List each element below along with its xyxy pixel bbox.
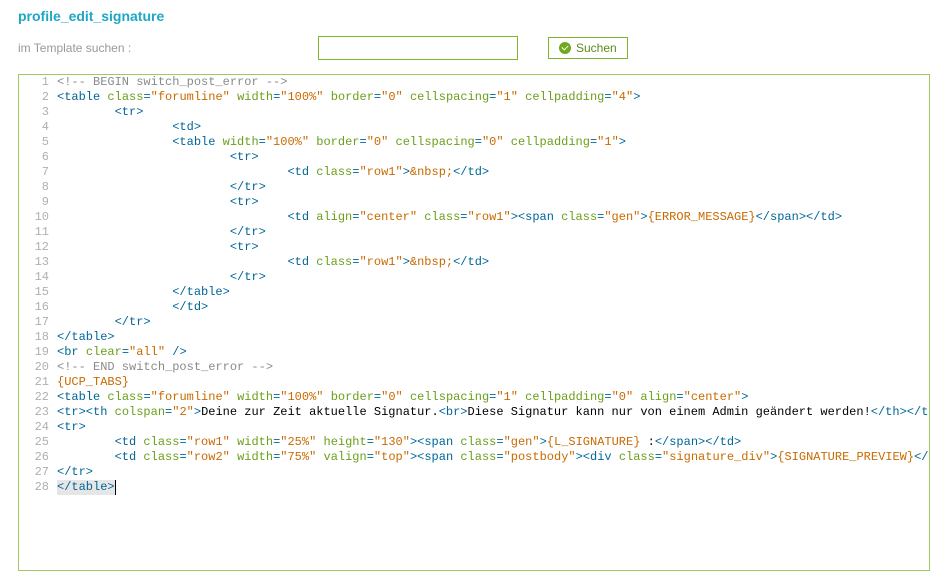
search-button[interactable]: Suchen: [548, 37, 628, 59]
code-content[interactable]: {UCP_TABS}: [57, 375, 129, 390]
code-content[interactable]: </td>: [57, 300, 208, 315]
code-content[interactable]: <td>: [57, 120, 201, 135]
line-number: 8: [19, 180, 57, 195]
code-line[interactable]: 8 </tr>: [19, 180, 929, 195]
line-number: 13: [19, 255, 57, 270]
code-content[interactable]: <table width="100%" border="0" cellspaci…: [57, 135, 626, 150]
code-line[interactable]: 20<!-- END switch_post_error -->: [19, 360, 929, 375]
code-line[interactable]: 5 <table width="100%" border="0" cellspa…: [19, 135, 929, 150]
line-number: 17: [19, 315, 57, 330]
code-content[interactable]: <td align="center" class="row1"><span cl…: [57, 210, 842, 225]
line-number: 25: [19, 435, 57, 450]
code-line[interactable]: 13 <td class="row1">&nbsp;</td>: [19, 255, 929, 270]
line-number: 9: [19, 195, 57, 210]
code-line[interactable]: 26 <td class="row2" width="75%" valign="…: [19, 450, 929, 465]
code-line[interactable]: 27</tr>: [19, 465, 929, 480]
code-content[interactable]: </tr>: [57, 315, 151, 330]
search-label: im Template suchen :: [18, 41, 258, 55]
line-number: 14: [19, 270, 57, 285]
code-line[interactable]: 22<table class="forumline" width="100%" …: [19, 390, 929, 405]
line-number: 2: [19, 90, 57, 105]
code-content[interactable]: <td class="row1">&nbsp;</td>: [57, 255, 489, 270]
code-line[interactable]: 21{UCP_TABS}: [19, 375, 929, 390]
line-number: 12: [19, 240, 57, 255]
line-number: 20: [19, 360, 57, 375]
code-content[interactable]: </tr>: [57, 465, 93, 480]
code-line[interactable]: 1<!-- BEGIN switch_post_error -->: [19, 75, 929, 90]
code-line[interactable]: 19<br clear="all" />: [19, 345, 929, 360]
line-number: 11: [19, 225, 57, 240]
code-content[interactable]: <tr>: [57, 420, 86, 435]
line-number: 4: [19, 120, 57, 135]
code-line[interactable]: 11 </tr>: [19, 225, 929, 240]
code-content[interactable]: <tr>: [57, 240, 259, 255]
code-line[interactable]: 7 <td class="row1">&nbsp;</td>: [19, 165, 929, 180]
code-line[interactable]: 12 <tr>: [19, 240, 929, 255]
code-line[interactable]: 10 <td align="center" class="row1"><span…: [19, 210, 929, 225]
line-number: 18: [19, 330, 57, 345]
code-line[interactable]: 25 <td class="row1" width="25%" height="…: [19, 435, 929, 450]
code-line[interactable]: 17 </tr>: [19, 315, 929, 330]
line-number: 26: [19, 450, 57, 465]
code-content[interactable]: <tr><th colspan="2">Deine zur Zeit aktue…: [57, 405, 929, 420]
check-icon: [559, 42, 571, 54]
code-line[interactable]: 2<table class="forumline" width="100%" b…: [19, 90, 929, 105]
line-number: 15: [19, 285, 57, 300]
code-line[interactable]: 6 <tr>: [19, 150, 929, 165]
code-line[interactable]: 4 <td>: [19, 120, 929, 135]
code-content[interactable]: <td class="row1" width="25%" height="130…: [57, 435, 741, 450]
code-line[interactable]: 23<tr><th colspan="2">Deine zur Zeit akt…: [19, 405, 929, 420]
code-content[interactable]: </tr>: [57, 270, 266, 285]
code-content[interactable]: </table>: [57, 330, 115, 345]
code-line[interactable]: 9 <tr>: [19, 195, 929, 210]
code-line[interactable]: 18</table>: [19, 330, 929, 345]
line-number: 23: [19, 405, 57, 420]
code-content[interactable]: <td class="row1">&nbsp;</td>: [57, 165, 489, 180]
code-line[interactable]: 14 </tr>: [19, 270, 929, 285]
code-line[interactable]: 3 <tr>: [19, 105, 929, 120]
code-content[interactable]: </tr>: [57, 180, 266, 195]
code-content[interactable]: <!-- BEGIN switch_post_error -->: [57, 75, 287, 90]
line-number: 21: [19, 375, 57, 390]
line-number: 16: [19, 300, 57, 315]
line-number: 22: [19, 390, 57, 405]
line-number: 27: [19, 465, 57, 480]
line-number: 1: [19, 75, 57, 90]
code-content[interactable]: </table>: [57, 285, 230, 300]
search-button-label: Suchen: [576, 41, 617, 55]
line-number: 10: [19, 210, 57, 225]
code-line[interactable]: 15 </table>: [19, 285, 929, 300]
line-number: 5: [19, 135, 57, 150]
code-editor[interactable]: 1<!-- BEGIN switch_post_error -->2<table…: [18, 74, 930, 571]
line-number: 28: [19, 480, 57, 495]
search-input[interactable]: [318, 36, 518, 60]
code-line[interactable]: 28</table>: [19, 480, 929, 495]
code-content[interactable]: <table class="forumline" width="100%" bo…: [57, 390, 748, 405]
line-number: 24: [19, 420, 57, 435]
code-content[interactable]: <td class="row2" width="75%" valign="top…: [57, 450, 929, 465]
code-content[interactable]: <tr>: [57, 150, 259, 165]
line-number: 19: [19, 345, 57, 360]
line-number: 3: [19, 105, 57, 120]
code-line[interactable]: 24<tr>: [19, 420, 929, 435]
search-row: im Template suchen : Suchen: [0, 28, 948, 74]
page-title: profile_edit_signature: [0, 0, 948, 28]
code-content[interactable]: <!-- END switch_post_error -->: [57, 360, 273, 375]
code-content[interactable]: <table class="forumline" width="100%" bo…: [57, 90, 640, 105]
code-content[interactable]: </table>: [57, 480, 115, 495]
code-content[interactable]: <br clear="all" />: [57, 345, 187, 360]
code-content[interactable]: </tr>: [57, 225, 266, 240]
code-scroll[interactable]: 1<!-- BEGIN switch_post_error -->2<table…: [19, 75, 929, 570]
line-number: 6: [19, 150, 57, 165]
line-number: 7: [19, 165, 57, 180]
code-line[interactable]: 16 </td>: [19, 300, 929, 315]
code-content[interactable]: <tr>: [57, 105, 143, 120]
code-content[interactable]: <tr>: [57, 195, 259, 210]
